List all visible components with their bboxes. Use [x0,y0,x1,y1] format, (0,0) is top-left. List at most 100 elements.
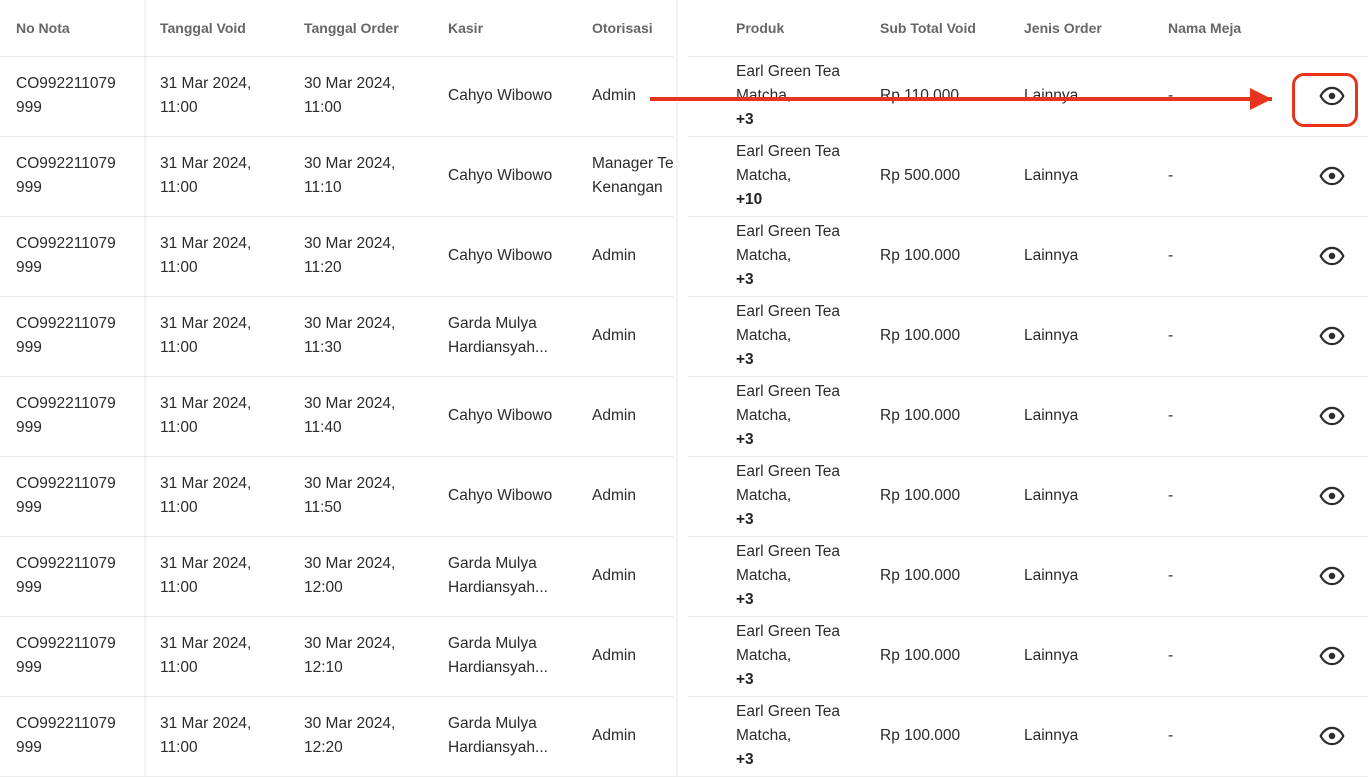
cell-no-nota-line-1: CO992211079 [16,475,116,492]
cell-tanggal-order: 30 Mar 2024, 12:00 [288,536,432,616]
cell-otorisasi-text: Admin [592,244,636,268]
cell-produk-more-count[interactable]: +3 [736,111,754,128]
cell-no-nota: CO992211079 999 [0,696,144,776]
cell-tanggal-order-text: 30 Mar 2024, 11:00 [304,72,395,120]
cell-produk-more-count[interactable]: +3 [736,431,754,448]
cell-tanggal-void-line-2: 11:00 [160,179,198,196]
cell-tanggal-order-text: 30 Mar 2024, 12:10 [304,632,395,680]
cell-otorisasi: Admin [576,536,674,616]
cell-produk-text: Earl Green Tea Matcha, +10 [736,140,840,212]
cell-produk-more-count[interactable]: +3 [736,751,754,768]
eye-icon[interactable] [1319,323,1345,349]
cell-kasir: Cahyo Wibowo [432,136,576,216]
cell-tanggal-void-line-2: 11:00 [160,339,198,356]
header-otorisasi[interactable]: Otorisasi [576,0,674,56]
cell-tanggal-order: 30 Mar 2024, 12:10 [288,616,432,696]
frozen-column-shadow [144,0,148,776]
cell-otorisasi-text: Admin [592,564,636,588]
cell-sub-total-void: Rp 100.000 [880,727,961,744]
header-no-nota[interactable]: No Nota [0,0,144,56]
cell-otorisasi-text: Admin [592,724,636,748]
cell-kasir-text: Cahyo Wibowo [448,244,552,268]
cell-no-nota: CO992211079 999 [0,296,144,376]
cell-produk-line-1: Earl Green Tea [736,303,840,320]
cell-produk-more-count[interactable]: +3 [736,271,754,288]
annotation-highlight-box [1292,73,1358,127]
cell-produk: Earl Green Tea Matcha, +3 [720,696,864,776]
cell-otorisasi: Manager Te Kenangan [576,136,674,216]
cell-tanggal-order-line-1: 30 Mar 2024, [304,635,396,652]
cell-sub-total-void: Rp 100.000 [880,567,961,584]
eye-icon[interactable] [1319,163,1345,189]
annotation-arrow [650,97,1272,101]
cell-no-nota-line-1: CO992211079 [16,75,116,92]
eye-icon[interactable] [1319,563,1345,589]
cell-produk-name: Matcha, [736,567,792,584]
cell-produk-text: Earl Green Tea Matcha, +3 [736,540,840,612]
cell-otorisasi-line-2: Kenangan [592,179,663,196]
cell-tanggal-void: 31 Mar 2024, 11:00 [144,616,288,696]
cell-tanggal-order-line-1: 30 Mar 2024, [304,155,396,172]
cell-kasir: Cahyo Wibowo [432,376,576,456]
cell-kasir-line-2: Hardiansyah... [448,739,548,756]
cell-kasir-line-1: Cahyo Wibowo [448,247,553,264]
cell-no-nota-line-2: 999 [16,259,42,276]
header-kasir[interactable]: Kasir [432,0,576,56]
cell-produk-more-count[interactable]: +3 [736,511,754,528]
cell-tanggal-void-line-1: 31 Mar 2024, [160,395,252,412]
cell-no-nota-text: CO992211079 999 [16,712,116,760]
cell-tanggal-order-text: 30 Mar 2024, 11:20 [304,232,395,280]
cell-tanggal-order-line-2: 11:30 [304,339,342,356]
cell-kasir-text: Garda Mulya Hardiansyah... [448,712,548,760]
header-jenis-order[interactable]: Jenis Order [1008,0,1152,56]
void-transactions-table: No Nota Tanggal Void Tanggal Order Kasir… [0,0,1368,777]
cell-action [1296,696,1368,776]
cell-tanggal-void: 31 Mar 2024, 11:00 [144,696,288,776]
cell-otorisasi-text: Admin [592,404,636,428]
cell-produk-more-count[interactable]: +3 [736,671,754,688]
eye-icon[interactable] [1319,643,1345,669]
cell-kasir-text: Cahyo Wibowo [448,484,552,508]
cell-tanggal-void-line-2: 11:00 [160,259,198,276]
header-sub-total-void[interactable]: Sub Total Void [864,0,1008,56]
header-nama-meja[interactable]: Nama Meja [1152,0,1296,56]
cell-kasir-line-1: Cahyo Wibowo [448,167,553,184]
cell-sub-total-void: Rp 100.000 [880,247,961,264]
eye-icon[interactable] [1319,243,1345,269]
header-tanggal-void[interactable]: Tanggal Void [144,0,288,56]
cell-produk: Earl Green Tea Matcha, +3 [720,456,864,536]
cell-nama-meja: - [1168,167,1174,184]
cell-tanggal-order-line-2: 11:10 [304,179,342,196]
cell-kasir-text: Cahyo Wibowo [448,84,552,108]
cell-tanggal-order-line-2: 11:00 [304,99,342,116]
cell-tanggal-order: 30 Mar 2024, 11:30 [288,296,432,376]
cell-no-nota: CO992211079 999 [0,136,144,216]
cell-no-nota-text: CO992211079 999 [16,312,116,360]
cell-action [1296,536,1368,616]
eye-icon[interactable] [1319,723,1345,749]
cell-produk-more-count[interactable]: +3 [736,591,754,608]
cell-produk-name: Matcha, [736,407,792,424]
cell-produk-text: Earl Green Tea Matcha, +3 [736,60,840,132]
cell-no-nota: CO992211079 999 [0,616,144,696]
cell-nama-meja: - [1168,647,1174,664]
header-tanggal-order[interactable]: Tanggal Order [288,0,432,56]
cell-no-nota-line-2: 999 [16,739,42,756]
eye-icon[interactable] [1319,483,1345,509]
cell-tanggal-void-line-1: 31 Mar 2024, [160,715,252,732]
cell-kasir: Garda Mulya Hardiansyah... [432,296,576,376]
cell-produk-more-count[interactable]: +10 [736,191,762,208]
cell-kasir-text: Garda Mulya Hardiansyah... [448,632,548,680]
cell-produk-line-2: Matcha, +3 [736,644,840,692]
cell-no-nota-text: CO992211079 999 [16,72,116,120]
cell-otorisasi-line-1: Admin [592,247,636,264]
cell-produk-line-1: Earl Green Tea [736,623,840,640]
cell-no-nota-line-1: CO992211079 [16,155,116,172]
header-produk[interactable]: Produk [720,0,864,56]
cell-produk-line-2: Matcha, +3 [736,324,840,372]
cell-no-nota-line-1: CO992211079 [16,555,116,572]
cell-no-nota-text: CO992211079 999 [16,392,116,440]
eye-icon[interactable] [1319,403,1345,429]
cell-produk-more-count[interactable]: +3 [736,351,754,368]
cell-produk-name: Matcha, [736,727,792,744]
